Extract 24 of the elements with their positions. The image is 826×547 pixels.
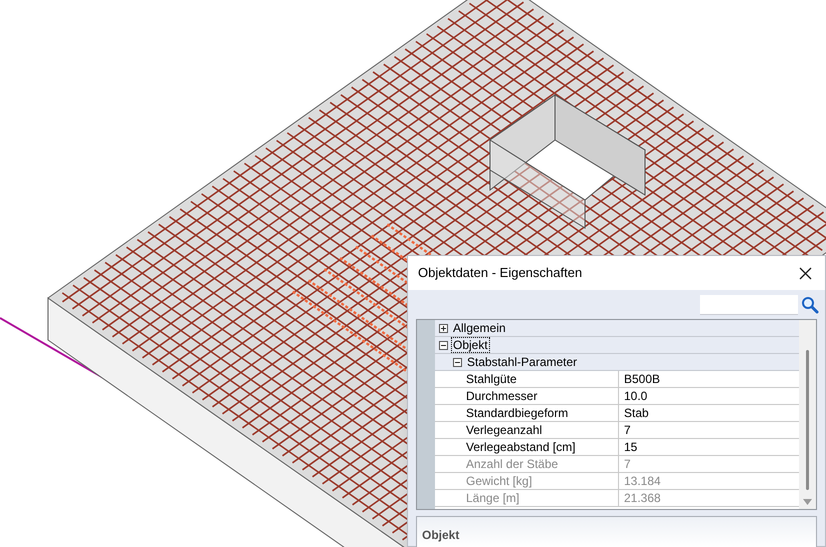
property-value[interactable]: 7 xyxy=(619,422,799,438)
close-icon xyxy=(798,266,812,280)
collapse-icon[interactable] xyxy=(439,340,448,350)
property-name: Stahlgüte xyxy=(435,371,619,387)
property-value[interactable]: B500B xyxy=(619,371,799,387)
group-label[interactable]: Allgemein xyxy=(452,321,507,335)
search-icon[interactable] xyxy=(801,296,819,314)
property-name: Standardbiegeform xyxy=(435,405,619,421)
collapse-icon[interactable] xyxy=(453,358,462,366)
property-value[interactable]: 10.0 xyxy=(619,388,799,404)
property-name: Anzahl der Stäbe xyxy=(435,456,619,472)
description-title: Objekt xyxy=(422,528,460,542)
property-value[interactable]: 15 xyxy=(619,439,799,455)
property-name: Verlegeanzahl xyxy=(435,422,619,438)
property-name: Durchmesser xyxy=(435,388,619,404)
property-name: Verlegeabstand [cm] xyxy=(435,439,619,455)
search-field[interactable] xyxy=(700,295,798,315)
scrollbar[interactable] xyxy=(799,320,816,509)
expand-icon[interactable] xyxy=(439,324,448,332)
window-title: Objektdaten - Eigenschaften xyxy=(418,264,582,282)
property-name: Länge [m] xyxy=(435,490,619,506)
property-value[interactable]: Stab xyxy=(619,405,799,421)
group-label[interactable]: Objekt xyxy=(452,338,489,352)
property-name: Gewicht [kg] xyxy=(435,473,619,489)
